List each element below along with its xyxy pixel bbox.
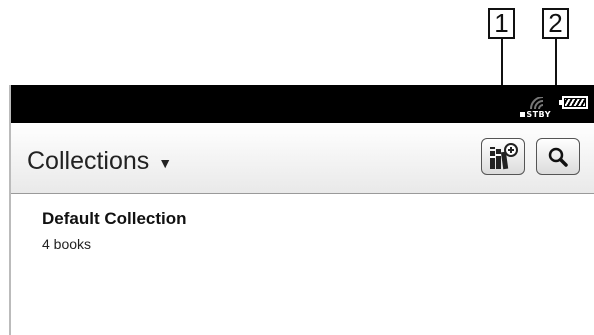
wifi-standby-indicator: STBY xyxy=(517,97,551,119)
status-bar: STBY xyxy=(11,85,594,123)
page-title: Collections xyxy=(27,147,150,175)
callout-1: 1 xyxy=(488,8,515,39)
add-collection-icon xyxy=(490,142,518,169)
title-bar: Collections ▼ xyxy=(11,123,594,194)
device-screen: STBY Collections ▼ Default Collection 4 … xyxy=(9,85,594,335)
search-button[interactable] xyxy=(536,138,580,175)
callout-2: 2 xyxy=(542,8,569,39)
battery-level xyxy=(565,99,585,106)
wifi-icon xyxy=(530,97,544,110)
standby-label: STBY xyxy=(526,110,551,119)
collections-dropdown[interactable]: Collections ▼ xyxy=(27,147,172,176)
search-icon xyxy=(548,147,568,167)
chevron-down-icon: ▼ xyxy=(158,155,173,171)
battery-icon xyxy=(559,96,588,109)
collection-list-item[interactable]: Default Collection 4 books xyxy=(42,209,187,252)
standby-dot xyxy=(520,112,525,117)
collection-book-count: 4 books xyxy=(42,236,92,252)
collection-name: Default Collection xyxy=(42,209,187,228)
add-collection-button[interactable] xyxy=(481,138,525,175)
